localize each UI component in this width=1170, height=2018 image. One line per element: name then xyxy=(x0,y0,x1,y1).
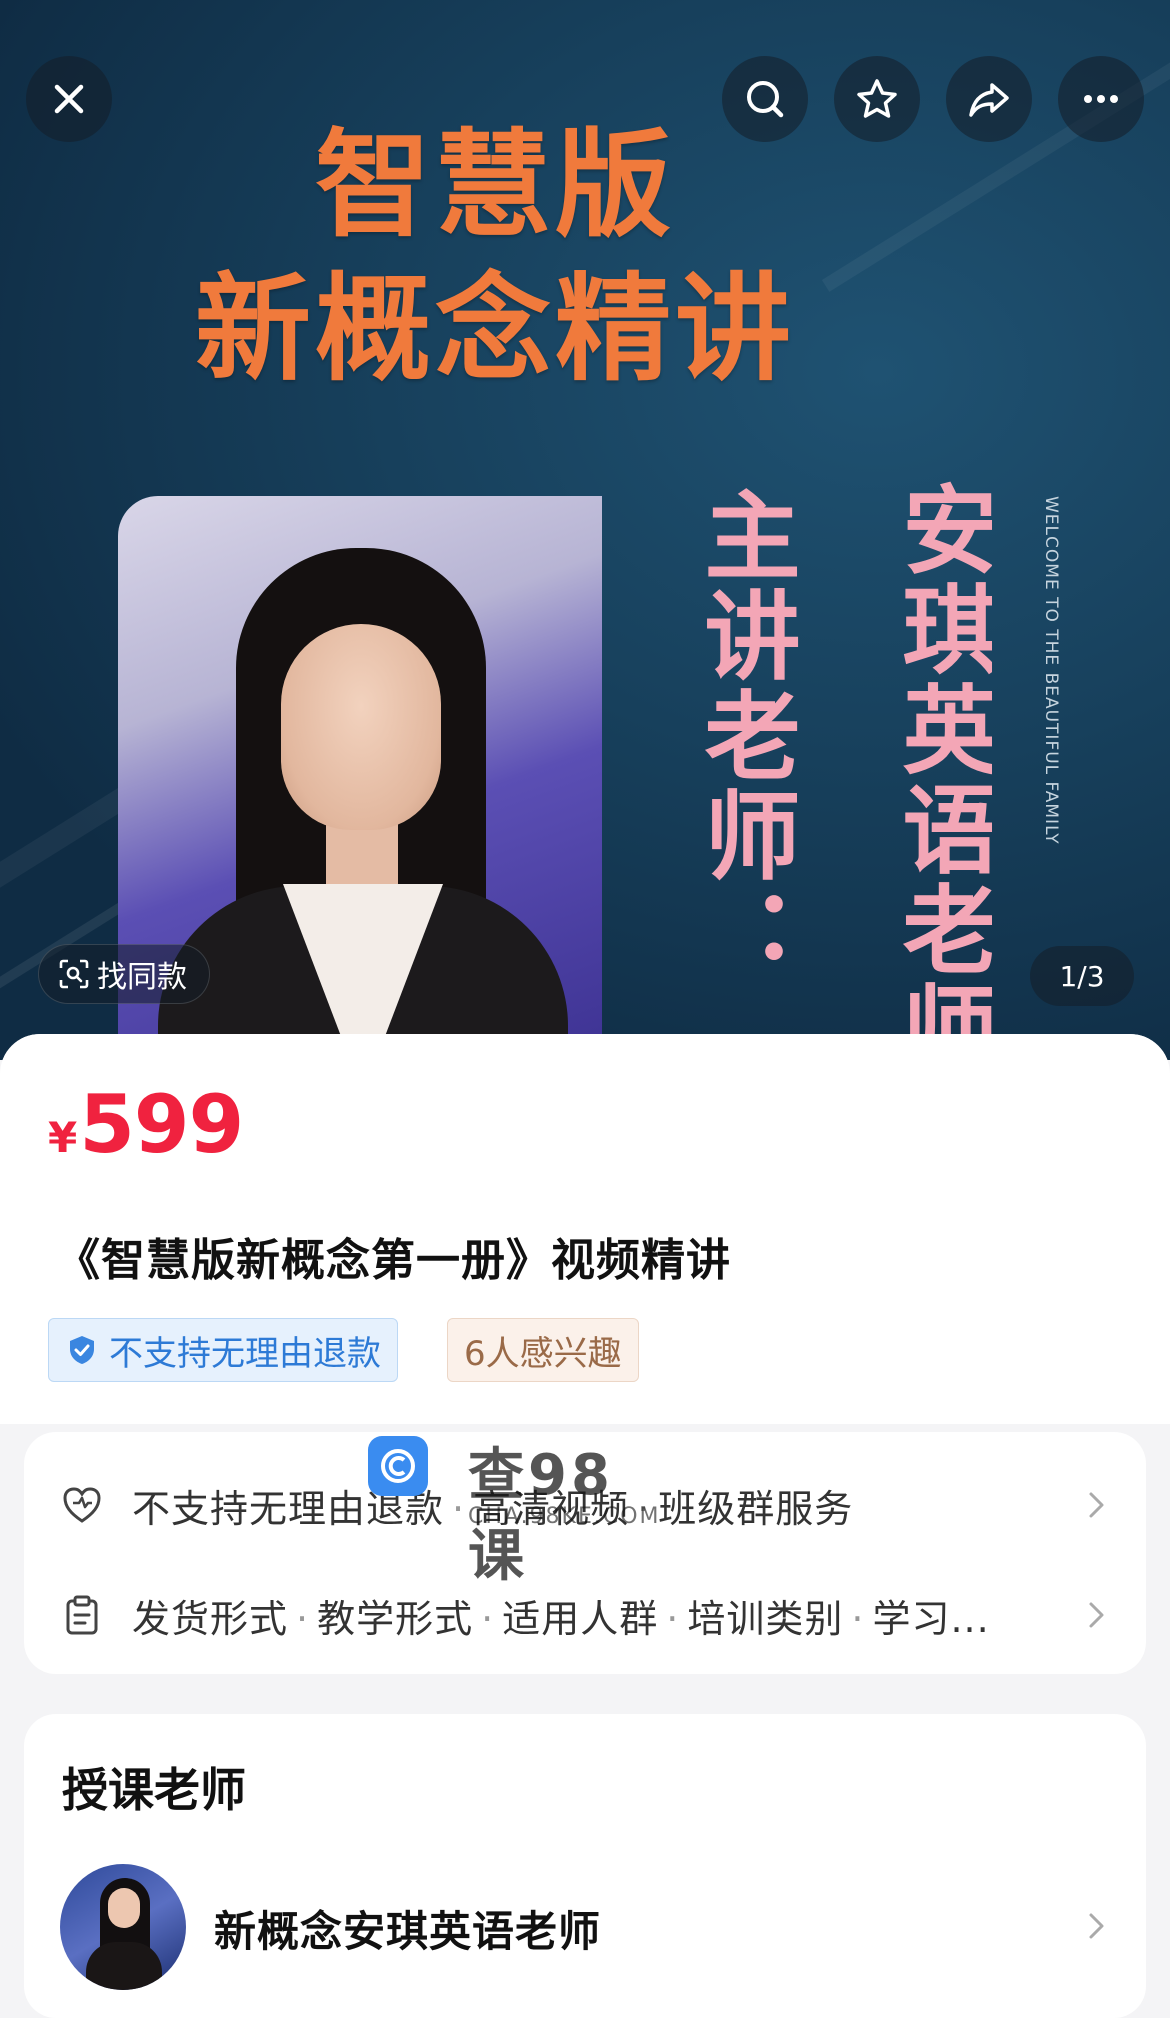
chevron-right-icon xyxy=(1089,1913,1104,1939)
currency-symbol: ¥ xyxy=(48,1113,78,1162)
product-image-carousel[interactable]: 智慧版 新概念精讲 主讲老师： 安琪英语老师 WELCOME TO THE BE… xyxy=(0,0,1170,1060)
watermark: 查98课 CHA.98KE.COM xyxy=(368,1436,668,1589)
separator-dot: · xyxy=(296,1596,310,1641)
price: ¥ 599 xyxy=(48,1078,244,1171)
product-info-panel: ¥ 599 《智慧版新概念第一册》视频精讲 不支持无理由退款 6人感兴趣 不支持… xyxy=(0,1034,1170,2018)
param-item: 教学形式 xyxy=(317,1596,474,1641)
refund-policy-label: 不支持无理由退款 xyxy=(109,1333,381,1374)
favorite-button[interactable] xyxy=(834,56,920,142)
shield-check-icon xyxy=(70,1336,94,1364)
more-button[interactable] xyxy=(1058,56,1144,142)
find-same-label: 找同款 xyxy=(97,960,187,995)
interest-count-tag: 6人感兴趣 xyxy=(447,1318,639,1382)
close-button[interactable] xyxy=(26,56,112,142)
heart-shield-icon xyxy=(63,1487,101,1523)
share-icon xyxy=(969,83,1009,117)
param-item: 适用人群 xyxy=(502,1596,659,1641)
search-icon xyxy=(747,81,784,118)
more-icon xyxy=(1084,95,1118,103)
separator-dot: · xyxy=(666,1596,680,1641)
watermark-url: CHA.98KE.COM xyxy=(468,1504,661,1529)
poster-vertical-teacher-name: 安琪英语老师 xyxy=(892,480,992,1060)
scan-icon xyxy=(59,959,89,989)
param-item: 培训类别 xyxy=(687,1596,844,1641)
product-title: 《智慧版新概念第一册》视频精讲 xyxy=(56,1235,731,1286)
chevron-right-icon xyxy=(1089,1602,1104,1628)
poster-welcome-text: WELCOME TO THE BEAUTIFUL FAMILY xyxy=(1041,496,1061,845)
poster-title-line1: 智慧版 xyxy=(315,118,675,253)
poster-vertical-lecturer-label: 主讲老师： xyxy=(688,486,800,986)
image-page-counter: 1/3 xyxy=(1030,946,1134,1006)
product-summary: ¥ 599 《智慧版新概念第一册》视频精讲 不支持无理由退款 6人感兴趣 xyxy=(0,1034,1170,1424)
teacher-section-heading: 授课老师 xyxy=(62,1763,246,1817)
teacher-name: 新概念安琪英语老师 xyxy=(214,1907,602,1956)
search-button[interactable] xyxy=(722,56,808,142)
teacher-avatar xyxy=(60,1864,186,1990)
watermark-logo-icon xyxy=(368,1436,428,1496)
refund-policy-tag[interactable]: 不支持无理由退款 xyxy=(48,1318,398,1382)
service-item: 班级群服务 xyxy=(658,1486,854,1531)
product-params-text: 发货形式 · 教学形式 · 适用人群 · 培训类别 · 学习... xyxy=(132,1588,990,1643)
star-icon xyxy=(857,79,897,118)
find-same-button[interactable]: 找同款 xyxy=(38,944,210,1004)
param-item: 学习... xyxy=(872,1596,990,1641)
teacher-card: 授课老师 新概念安琪英语老师 xyxy=(24,1714,1146,2018)
separator-dot: · xyxy=(851,1596,865,1641)
chevron-right-icon xyxy=(1089,1492,1104,1518)
param-item: 发货形式 xyxy=(132,1596,289,1641)
separator-dot: · xyxy=(481,1596,495,1641)
poster-title-line2: 新概念精讲 xyxy=(195,262,795,397)
share-button[interactable] xyxy=(946,56,1032,142)
close-icon xyxy=(54,84,84,114)
teacher-row[interactable]: 新概念安琪英语老师 xyxy=(24,1864,1146,1994)
clipboard-icon xyxy=(66,1595,98,1635)
price-value: 599 xyxy=(79,1078,244,1171)
